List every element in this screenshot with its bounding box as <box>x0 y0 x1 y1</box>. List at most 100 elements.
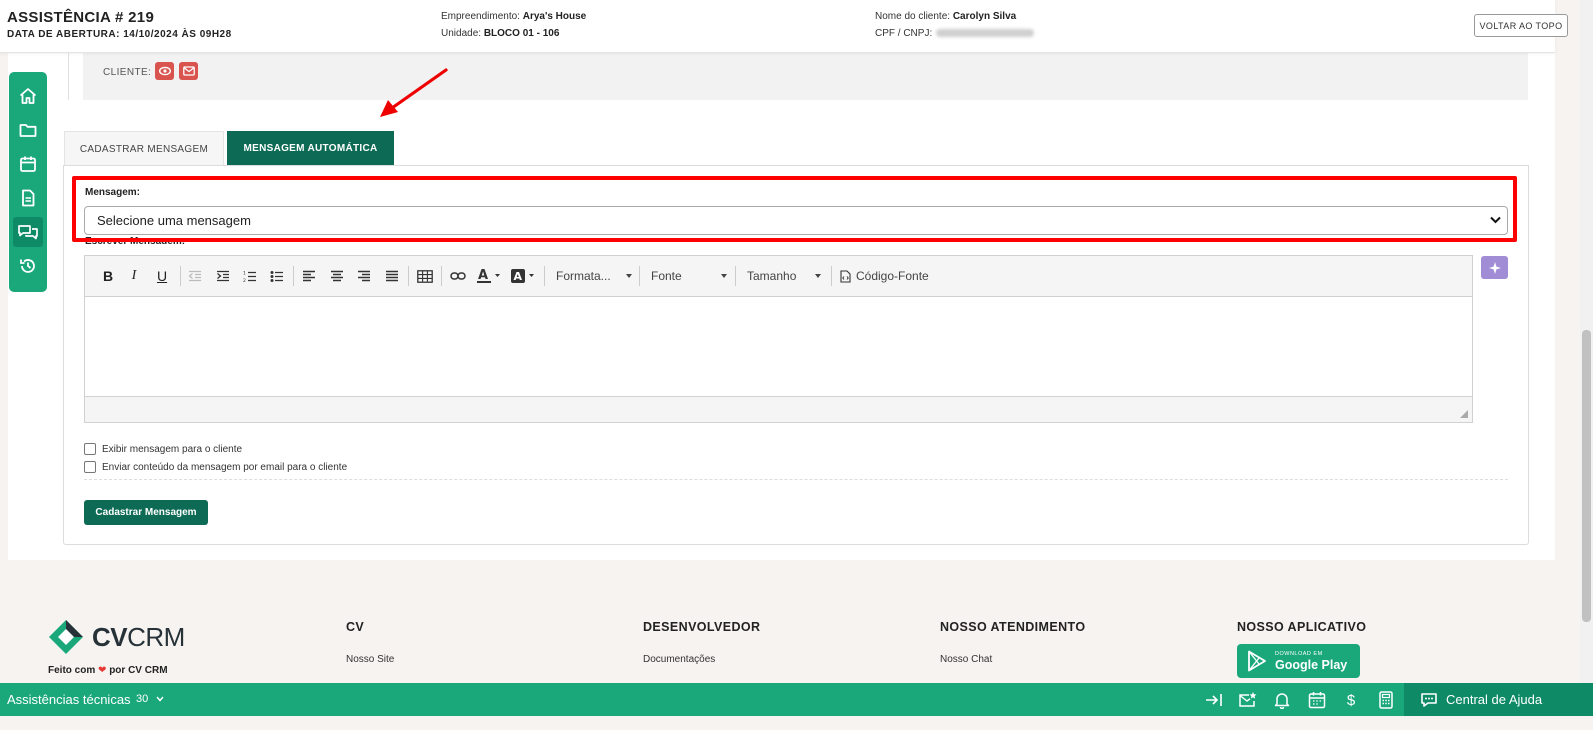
table-button[interactable] <box>414 264 436 288</box>
google-play-big: Google Play <box>1275 657 1348 672</box>
show-client-checkbox[interactable] <box>84 443 96 455</box>
outdent-button[interactable] <box>185 264 205 288</box>
indent-icon <box>217 270 229 282</box>
format-dropdown[interactable]: Formata... <box>556 264 632 288</box>
email-client-checkbox-row[interactable]: Enviar conteúdo da mensagem por email pa… <box>84 461 347 473</box>
toolbar-separator <box>544 266 545 286</box>
toolbar-separator <box>408 266 409 286</box>
numbered-list-button[interactable]: 12 <box>240 264 260 288</box>
made-with-love: Feito com ❤ por CV CRM <box>48 665 168 676</box>
nav-history[interactable] <box>13 251 43 281</box>
envelope-icon <box>182 66 195 76</box>
cvcrm-logo-icon <box>49 620 83 654</box>
help-center-button[interactable]: Central de Ajuda <box>1404 683 1593 716</box>
mail-star-button[interactable] <box>1238 690 1258 710</box>
financial-button[interactable]: $ <box>1341 690 1361 710</box>
email-client-checkbox[interactable] <box>84 461 96 473</box>
text-color-button[interactable]: A <box>475 264 503 288</box>
footer-link-nosso-chat[interactable]: Nosso Chat <box>940 654 992 665</box>
bottom-bar-count-value: 30 <box>136 693 149 705</box>
annotation-arrow <box>380 68 448 117</box>
google-play-text: DOWNLOAD EM Google Play <box>1275 651 1347 672</box>
eye-icon <box>158 66 171 76</box>
page-scrollbar[interactable] <box>1580 0 1593 693</box>
unidade-value: BLOCO 01 - 106 <box>483 28 560 39</box>
bottom-bar-title[interactable]: Assistências técnicas <box>7 692 131 707</box>
indent-button[interactable] <box>213 264 233 288</box>
footer-link-documentacoes[interactable]: Documentações <box>643 654 715 665</box>
calendar-icon <box>1308 692 1326 709</box>
google-play-small: DOWNLOAD EM <box>1275 650 1323 657</box>
svg-text:2: 2 <box>243 278 246 283</box>
ai-assist-button[interactable] <box>1481 256 1508 279</box>
nav-messages[interactable] <box>13 217 43 247</box>
calculator-button[interactable] <box>1376 690 1396 710</box>
help-chat-icon <box>1421 692 1437 707</box>
nav-folder[interactable] <box>13 115 43 145</box>
submit-message-button[interactable]: Cadastrar Mensagem <box>84 500 208 525</box>
align-right-icon <box>358 270 370 282</box>
made-with-prefix: Feito com <box>48 665 96 676</box>
align-center-icon <box>331 270 343 282</box>
collapse-sidebar-button[interactable] <box>1204 690 1224 710</box>
align-center-button[interactable] <box>327 264 347 288</box>
nav-home[interactable] <box>13 81 43 111</box>
google-play-button[interactable]: DOWNLOAD EM Google Play <box>1237 644 1360 678</box>
cpf-redacted <box>936 29 1035 38</box>
email-client-button[interactable] <box>179 62 198 80</box>
svg-text:A: A <box>514 270 523 283</box>
background-color-button[interactable]: A <box>509 264 537 288</box>
bold-button[interactable]: B <box>99 264 117 288</box>
source-code-label: Código-Fonte <box>856 269 929 283</box>
footer-link-nosso-site[interactable]: Nosso Site <box>346 654 394 665</box>
toolbar-separator <box>293 266 294 286</box>
text-color-icon: A <box>477 268 500 283</box>
toolbar-separator <box>735 266 736 286</box>
resize-handle-icon[interactable] <box>1459 409 1469 419</box>
divider <box>68 53 69 100</box>
dollar-icon: $ <box>1346 691 1356 709</box>
empreendimento-value: Arya's House <box>522 11 587 22</box>
message-select[interactable]: Selecione uma mensagem <box>84 206 1508 235</box>
play-store-icon <box>1248 650 1266 672</box>
home-icon <box>19 88 37 104</box>
justify-button[interactable] <box>382 264 402 288</box>
notifications-button[interactable] <box>1272 690 1292 710</box>
tab-mensagem-automatica[interactable]: MENSAGEM AUTOMÁTICA <box>227 131 394 166</box>
caret-down-icon <box>721 274 727 278</box>
document-icon <box>22 189 35 207</box>
logo-crm: CRM <box>127 621 185 652</box>
footer-col-cv-title: CV <box>346 620 365 634</box>
tab-cadastrar-mensagem[interactable]: CADASTRAR MENSAGEM <box>64 131 224 166</box>
source-code-button[interactable]: Código-Fonte <box>840 264 940 288</box>
font-dropdown[interactable]: Fonte <box>651 264 727 288</box>
italic-button[interactable]: I <box>125 264 143 288</box>
calendar-icon <box>20 156 36 172</box>
editor-content-area[interactable] <box>85 297 1472 397</box>
size-dropdown[interactable]: Tamanho <box>747 264 821 288</box>
view-client-button[interactable] <box>155 62 174 80</box>
client-actions-box <box>83 53 1528 100</box>
bottom-bar-count[interactable]: 30 <box>136 693 164 705</box>
help-center-label: Central de Ajuda <box>1446 692 1543 707</box>
logo-cv: CV <box>92 621 128 652</box>
footer-col-dev-title: DESENVOLVEDOR <box>643 620 761 634</box>
chevron-down-icon <box>156 696 164 702</box>
footer-logo: CVCRM <box>48 619 185 655</box>
back-to-top-button[interactable]: VOLTAR AO TOPO <box>1474 14 1568 37</box>
show-client-checkbox-row[interactable]: Exibir mensagem para o cliente <box>84 443 242 455</box>
svg-text:A: A <box>478 268 488 283</box>
nav-calendar[interactable] <box>13 149 43 179</box>
scrollbar-thumb[interactable] <box>1582 330 1591 622</box>
folder-icon <box>19 124 37 137</box>
align-right-button[interactable] <box>354 264 374 288</box>
bottom-strip <box>0 716 1593 730</box>
underline-button[interactable]: U <box>153 264 171 288</box>
history-icon <box>20 259 35 273</box>
nav-document[interactable] <box>13 183 43 213</box>
calendar-button[interactable] <box>1307 690 1327 710</box>
bullet-list-button[interactable] <box>267 264 287 288</box>
link-button[interactable] <box>447 264 469 288</box>
client-name-label: Nome do cliente: <box>875 11 951 22</box>
align-left-button[interactable] <box>299 264 319 288</box>
